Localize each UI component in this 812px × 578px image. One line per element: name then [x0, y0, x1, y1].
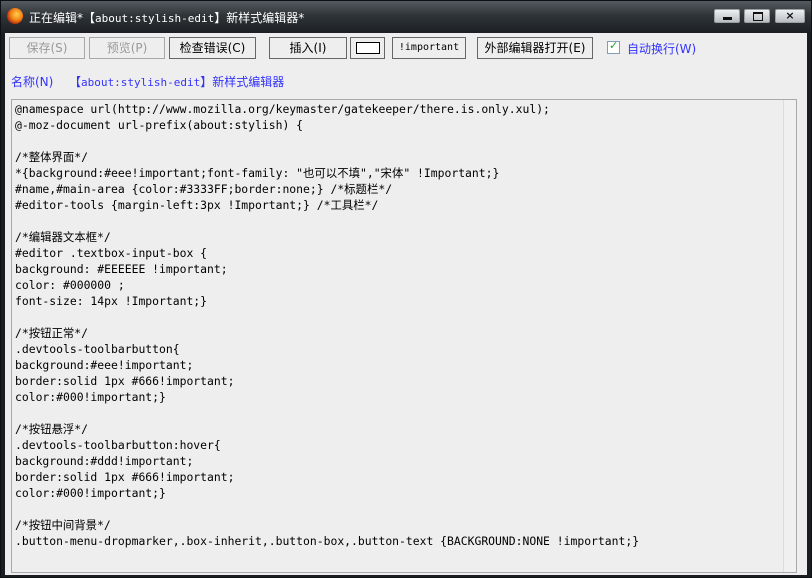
editor-scrollbar[interactable]: [783, 100, 796, 572]
save-button[interactable]: 保存(S): [9, 37, 85, 59]
maximize-icon: [753, 12, 763, 21]
name-label: 名称(N): [11, 75, 54, 89]
code-text[interactable]: @namespace url(http://www.mozilla.org/ke…: [15, 101, 782, 549]
check-errors-button[interactable]: 检查错误(C): [169, 37, 256, 59]
name-value-url: about:stylish-edit: [81, 76, 201, 89]
editor-window: 正在编辑*【about:stylish-edit】新样式编辑器* × 保存(S)…: [0, 0, 812, 578]
title-bar[interactable]: 正在编辑*【about:stylish-edit】新样式编辑器* ×: [1, 1, 811, 33]
editor-client-area: 保存(S) 预览(P) 检查错误(C) 插入(I) !important 外部编…: [5, 33, 807, 575]
minimize-button[interactable]: [714, 9, 740, 23]
window-title-url: about:stylish-edit: [95, 12, 215, 25]
name-value-prefix: 【: [69, 75, 82, 89]
color-swatch: [356, 42, 380, 54]
name-field[interactable]: 【about:stylish-edit】新样式编辑器: [69, 73, 284, 90]
close-button[interactable]: ×: [775, 9, 805, 23]
window-title-prefix: 正在编辑*【: [29, 11, 96, 25]
color-picker-button[interactable]: [350, 37, 385, 59]
external-editor-button[interactable]: 外部编辑器打开(E): [477, 37, 593, 59]
auto-wrap-label: 自动换行(W): [627, 42, 697, 56]
window-title-suffix: 】新样式编辑器*: [214, 11, 305, 25]
auto-wrap-checkbox[interactable]: ✓: [607, 39, 620, 54]
name-value-suffix: 】新样式编辑器: [200, 75, 285, 89]
firefox-icon: [7, 8, 23, 24]
name-row: 名称(N) 【about:stylish-edit】新样式编辑器: [11, 73, 284, 90]
close-icon: ×: [785, 9, 795, 22]
preview-button[interactable]: 预览(P): [89, 37, 165, 59]
minimize-icon: [723, 17, 732, 20]
important-button[interactable]: !important: [392, 37, 466, 59]
window-title: 正在编辑*【about:stylish-edit】新样式编辑器*: [29, 9, 304, 26]
checkmark-icon: ✓: [609, 39, 619, 52]
code-editor[interactable]: @namespace url(http://www.mozilla.org/ke…: [11, 99, 797, 573]
maximize-button[interactable]: [744, 9, 770, 23]
insert-button[interactable]: 插入(I): [269, 37, 347, 59]
